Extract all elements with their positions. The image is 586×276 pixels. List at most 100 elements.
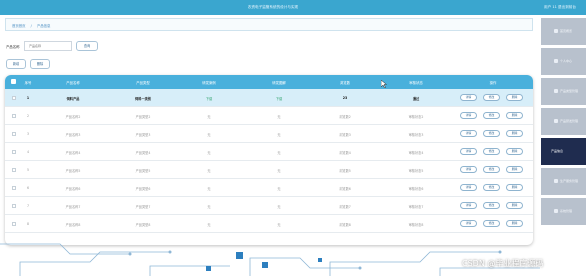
detail-button[interactable]: 详情: [460, 166, 477, 173]
cell-index: 5: [26, 168, 30, 172]
cell-product-type: 产品类型6: [135, 187, 151, 191]
cell-case: 无: [207, 169, 211, 173]
cell-status: 审核状态2: [408, 115, 424, 119]
sidebar-item-home[interactable]: 首页概览: [541, 18, 586, 45]
mouse-pointer-icon: [381, 80, 387, 88]
add-button[interactable]: 新增: [6, 59, 26, 69]
table-row[interactable]: 4 产品名称4 产品类型4 无 无 浏览数4 审核状态4 详情 修改 删除: [5, 143, 533, 161]
edit-button[interactable]: 修改: [483, 130, 500, 137]
column-header: 浏览数: [339, 81, 351, 85]
watermark: CSDN @毕业程序源码: [462, 259, 544, 268]
edit-button[interactable]: 修改: [483, 148, 500, 155]
cell-product-name: 产品名称7: [65, 205, 81, 209]
sidebar-item-label: 产品类型管理: [560, 89, 579, 93]
column-header: 产品类型: [136, 81, 150, 85]
table-row[interactable]: 5 产品名称5 产品类型5 无 无 浏览数5 审核状态5 详情 修改 删除: [5, 161, 533, 179]
tag-icon: [554, 89, 558, 93]
cell-case-download[interactable]: 下载: [181, 96, 237, 101]
delete-row-button[interactable]: 删除: [506, 148, 523, 155]
row-checkbox[interactable]: [12, 114, 16, 118]
column-header: 产品名称: [66, 81, 80, 85]
detail-button[interactable]: 详情: [460, 94, 477, 101]
breadcrumb-separator: /: [30, 24, 32, 28]
cell-status: 审核状态5: [408, 169, 424, 173]
row-checkbox[interactable]: [12, 132, 16, 136]
delete-row-button[interactable]: 删除: [506, 166, 523, 173]
detail-button[interactable]: 详情: [460, 148, 477, 155]
detail-button[interactable]: 详情: [460, 112, 477, 119]
cell-product-type: 产品类型2: [135, 115, 151, 119]
delete-row-button[interactable]: 删除: [506, 94, 523, 101]
cell-views: 浏览数2: [339, 115, 351, 119]
sidebar-item-production-service[interactable]: 生产服务管理: [541, 168, 586, 195]
app-title: 农资电子监管系统的设计与实现: [247, 5, 299, 9]
edit-button[interactable]: 修改: [483, 166, 500, 173]
row-checkbox[interactable]: [12, 186, 16, 190]
cell-index: 7: [26, 204, 30, 208]
delete-row-button[interactable]: 删除: [506, 130, 523, 137]
cell-product-type: 产品类型3: [135, 133, 151, 137]
table-row[interactable]: 2 产品名称2 产品类型2 无 无 浏览数2 审核状态2 详情 修改 删除: [5, 107, 533, 125]
cell-views: 浏览数6: [339, 187, 351, 191]
cell-diagram: 无: [277, 151, 281, 155]
delete-row-button[interactable]: 删除: [506, 112, 523, 119]
service-icon: [554, 179, 558, 183]
table-row[interactable]: 7 产品名称7 产品类型7 无 无 浏览数7 审核状态7 详情 修改 删除: [5, 197, 533, 215]
table-row[interactable]: 3 产品名称3 产品类型3 无 无 浏览数3 审核状态3 详情 修改 删除: [5, 125, 533, 143]
edit-button[interactable]: 修改: [483, 112, 500, 119]
sidebar-item-product-rd[interactable]: 产品研发管理: [541, 108, 586, 135]
delete-row-button[interactable]: 删除: [506, 202, 523, 209]
cell-product-type: 饲料一类别: [135, 97, 151, 101]
edit-button[interactable]: 修改: [483, 184, 500, 191]
edit-button[interactable]: 修改: [483, 94, 500, 101]
cell-product-name: 产品名称5: [65, 169, 81, 173]
gear-icon: [554, 209, 558, 213]
detail-button[interactable]: 详情: [460, 130, 477, 137]
cell-product-name: 产品名称4: [65, 151, 81, 155]
edit-button[interactable]: 修改: [483, 202, 500, 209]
row-checkbox[interactable]: [12, 204, 16, 208]
cell-views: 浏览数7: [339, 205, 351, 209]
detail-button[interactable]: 详情: [460, 202, 477, 209]
breadcrumb: 首页首页 / 产品信息: [5, 18, 533, 31]
cell-index: 4: [26, 150, 30, 154]
cell-diagram-download[interactable]: 下载: [251, 96, 307, 101]
cell-diagram: 无: [277, 133, 281, 137]
sidebar-item-product-info[interactable]: 产品信息: [541, 138, 586, 165]
cell-views: 23: [342, 96, 348, 100]
row-checkbox[interactable]: [12, 96, 16, 100]
cell-status: 通过: [412, 97, 420, 101]
sidebar-item-product-type[interactable]: 产品类型管理: [541, 78, 586, 105]
select-all-checkbox[interactable]: [11, 79, 16, 84]
sidebar-item-system[interactable]: 系统管理: [541, 198, 586, 225]
sidebar-item-profile[interactable]: 个人中心: [541, 48, 586, 75]
cell-status: 审核状态7: [408, 205, 424, 209]
search-label: 产品名称: [6, 45, 20, 49]
search-button[interactable]: 查询: [76, 41, 98, 51]
breadcrumb-home[interactable]: 首页首页: [12, 24, 26, 28]
row-checkbox[interactable]: [12, 168, 16, 172]
cell-case: 无: [207, 133, 211, 137]
cell-index: 2: [26, 114, 30, 118]
delete-button[interactable]: 删除: [30, 59, 50, 69]
table-row[interactable]: 6 产品名称6 产品类型6 无 无 浏览数6 审核状态6 详情 修改 删除: [5, 179, 533, 197]
cell-diagram: 无: [277, 169, 281, 173]
user-icon: [554, 59, 558, 63]
table-row[interactable]: 1 饲料产品 饲料一类别 下载 下载 23 通过 详情 修改 删除: [5, 89, 533, 107]
cell-index: 3: [26, 132, 30, 136]
table-header: 序号 产品名称 产品类型 研发案例 研发图解 浏览数 审核状态 操作: [5, 75, 533, 89]
cell-status: 审核状态3: [408, 133, 424, 137]
user-info[interactable]: 用户 11 退出到前台: [544, 5, 576, 10]
delete-row-button[interactable]: 删除: [506, 184, 523, 191]
cell-status: 审核状态4: [408, 151, 424, 155]
cell-case: 无: [207, 205, 211, 209]
search-input[interactable]: [24, 41, 72, 51]
detail-button[interactable]: 详情: [460, 184, 477, 191]
sidebar: 首页概览 个人中心 产品类型管理 产品研发管理 产品信息 生产服务管理 系统管理: [541, 15, 586, 276]
cell-index: 1: [26, 96, 30, 100]
cell-case: 无: [207, 115, 211, 119]
cell-views: 浏览数5: [339, 169, 351, 173]
cell-diagram: 无: [277, 115, 281, 119]
row-checkbox[interactable]: [12, 150, 16, 154]
column-header: 操作: [489, 81, 497, 85]
